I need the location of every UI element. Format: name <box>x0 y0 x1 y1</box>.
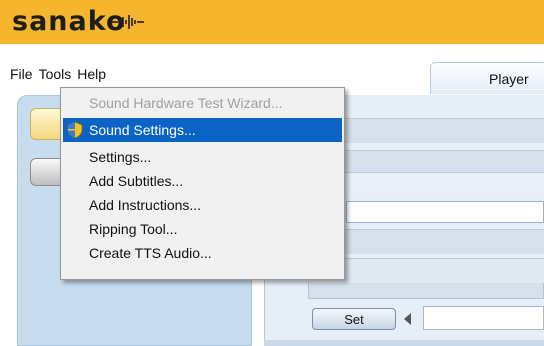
player-box <box>308 283 544 299</box>
sound-wave-icon <box>112 15 144 29</box>
menu-help[interactable]: Help <box>77 64 106 84</box>
menu-item-label: Add Subtitles... <box>89 173 184 189</box>
arrow-left-icon[interactable] <box>404 313 411 325</box>
menu-item-label: Settings... <box>89 149 152 165</box>
menu-file[interactable]: File <box>10 64 33 84</box>
menu-item-label: Sound Settings... <box>89 122 196 138</box>
menu-item-sound-settings[interactable]: Sound Settings... <box>63 118 342 142</box>
menu-item-add-subtitles[interactable]: Add Subtitles... <box>63 169 342 193</box>
menu-tools[interactable]: Tools <box>39 64 72 84</box>
tools-menu: Sound Hardware Test Wizard... Sound Sett… <box>60 87 345 280</box>
menu-item-create-tts-audio[interactable]: Create TTS Audio... <box>63 241 342 265</box>
player-text-field[interactable] <box>346 201 544 223</box>
menu-item-label: Sound Hardware Test Wizard... <box>89 95 283 111</box>
set-button[interactable]: Set <box>312 308 396 330</box>
sanako-logo: sanako <box>12 6 126 37</box>
tab-player[interactable]: Player <box>430 62 544 94</box>
menu-item-label: Ripping Tool... <box>89 221 178 237</box>
shield-icon <box>67 121 83 139</box>
menu-item-add-instructions[interactable]: Add Instructions... <box>63 193 342 217</box>
menubar: File Tools Help <box>10 64 106 84</box>
menu-item-sound-hardware-test-wizard[interactable]: Sound Hardware Test Wizard... <box>63 91 342 115</box>
menu-item-settings[interactable]: Settings... <box>63 145 342 169</box>
app-header: sanako <box>0 0 544 44</box>
menu-item-ripping-tool[interactable]: Ripping Tool... <box>63 217 342 241</box>
menu-item-label: Create TTS Audio... <box>89 245 212 261</box>
player-bottom-bar <box>264 340 544 346</box>
player-input[interactable] <box>423 306 544 330</box>
menu-item-label: Add Instructions... <box>89 197 202 213</box>
